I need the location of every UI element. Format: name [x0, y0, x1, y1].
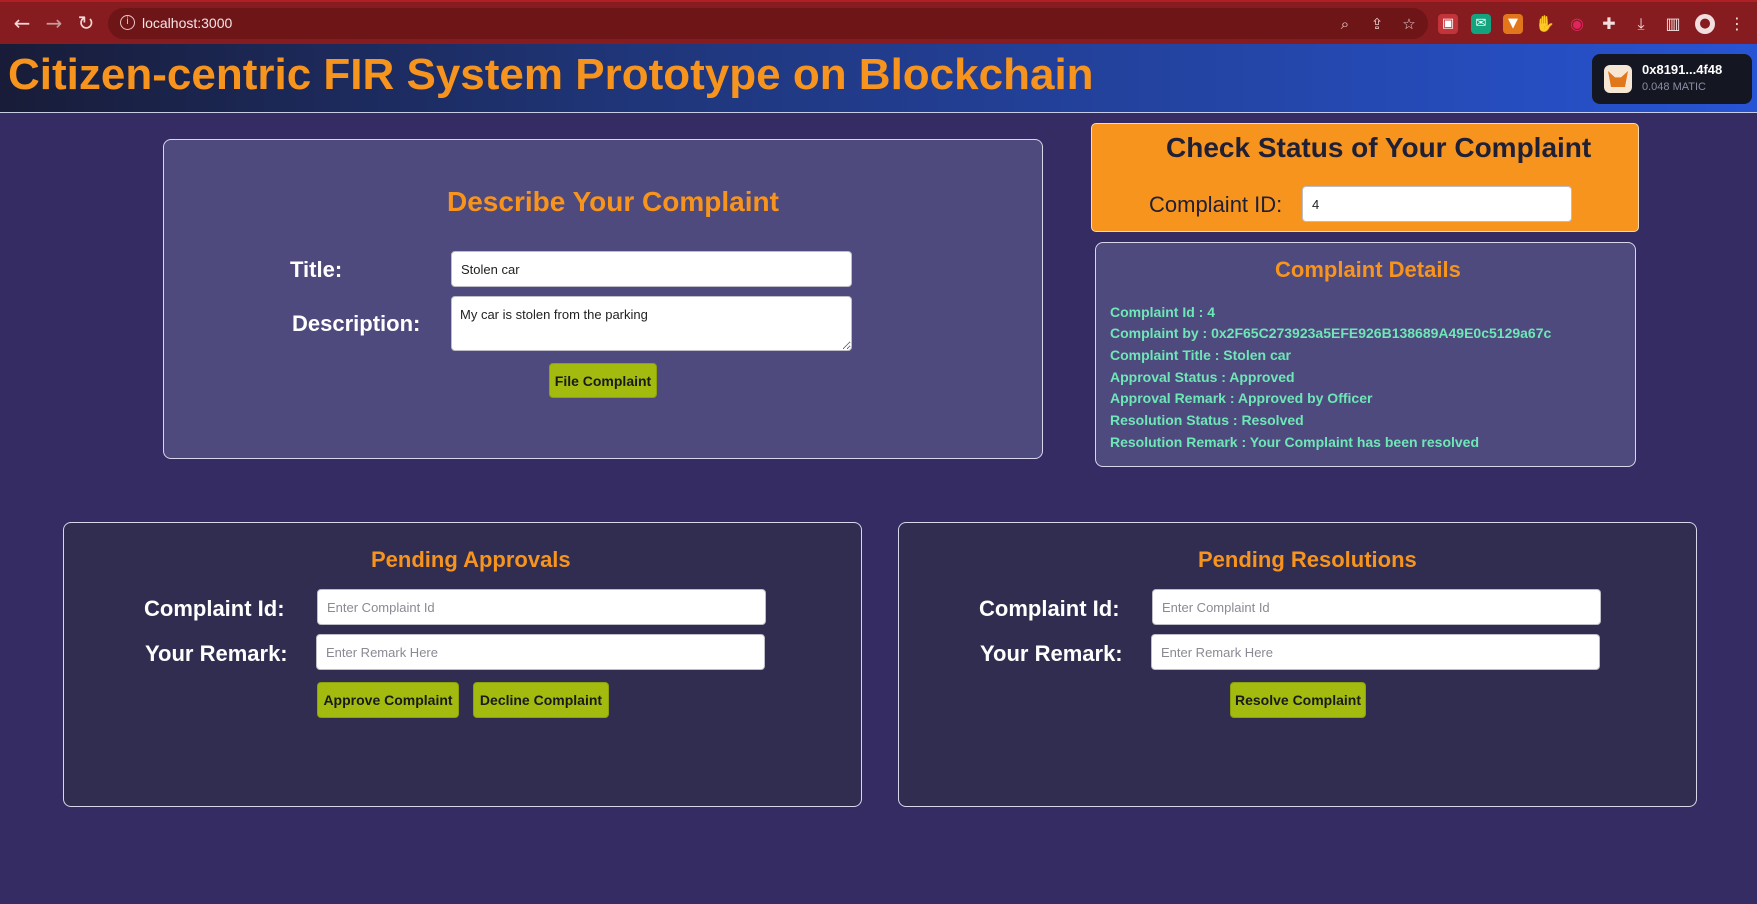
status-heading: Check Status of Your Complaint: [1166, 132, 1592, 163]
resolutions-id-label: Complaint Id:: [979, 596, 1120, 621]
detail-resolution-remark: Resolution Remark : Your Complaint has b…: [1110, 434, 1480, 450]
details-heading: Complaint Details: [1275, 257, 1461, 282]
approve-complaint-button[interactable]: Approve Complaint: [317, 682, 459, 718]
detail-approval-remark: Approval Remark : Approved by Officer: [1110, 390, 1373, 406]
complaint-id-label: Complaint ID:: [1149, 192, 1283, 217]
wallet-address: 0x8191...4f48: [1642, 62, 1723, 77]
metamask-fox-icon: [1604, 65, 1632, 93]
address-bar[interactable]: i localhost:3000 ⌕ ⇪ ☆: [108, 8, 1428, 39]
check-status-panel: Check Status of Your Complaint Complaint…: [1091, 123, 1639, 232]
download-icon[interactable]: ⤓: [1631, 14, 1651, 34]
arrow-right-icon[interactable]: →: [41, 10, 67, 36]
approvals-heading: Pending Approvals: [371, 547, 571, 572]
approvals-id-label: Complaint Id:: [144, 596, 285, 621]
resolve-complaint-button[interactable]: Resolve Complaint: [1230, 682, 1366, 718]
approvals-remark-input[interactable]: [316, 634, 765, 670]
wallet-balance: 0.048 MATIC: [1642, 81, 1706, 93]
complaint-details-panel: Complaint Details Complaint Id : 4 Compl…: [1095, 242, 1636, 467]
resolutions-remark-input[interactable]: [1151, 634, 1600, 670]
file-complaint-button[interactable]: File Complaint: [549, 363, 657, 398]
title-label: Title:: [290, 257, 343, 282]
ext-red-icon[interactable]: ▣: [1438, 14, 1458, 34]
ext-green-icon[interactable]: ✉: [1471, 14, 1491, 34]
detail-complaint-by: Complaint by : 0x2F65C273923a5EFE926B138…: [1110, 325, 1552, 341]
url-text: localhost:3000: [142, 15, 233, 31]
complaint-id-input[interactable]: [1302, 186, 1572, 222]
metamask-icon[interactable]: ▼: [1503, 14, 1523, 34]
description-input[interactable]: My car is stolen from the parking: [451, 296, 852, 351]
arrow-left-icon[interactable]: ←: [9, 10, 35, 36]
share-icon[interactable]: ⇪: [1367, 14, 1387, 34]
browser-toolbar: ← → ↻ i localhost:3000 ⌕ ⇪ ☆ ▣ ✉ ▼ ✋ ◉ ✚…: [0, 0, 1757, 44]
info-icon[interactable]: i: [120, 15, 135, 30]
star-icon[interactable]: ☆: [1399, 14, 1419, 34]
more-icon[interactable]: ⋮: [1727, 14, 1747, 34]
resolutions-remark-label: Your Remark:: [980, 641, 1123, 666]
app-title: Citizen-centric FIR System Prototype on …: [8, 50, 1094, 99]
approvals-id-input[interactable]: [317, 589, 766, 625]
puzzle-icon[interactable]: ✚: [1599, 14, 1619, 34]
describe-complaint-panel: Describe Your Complaint Title: Descripti…: [163, 139, 1043, 459]
resolutions-heading: Pending Resolutions: [1198, 547, 1417, 572]
approvals-remark-label: Your Remark:: [145, 641, 288, 666]
hand-icon[interactable]: ✋: [1535, 14, 1555, 34]
description-label: Description:: [292, 311, 421, 336]
zoom-icon[interactable]: ⌕: [1335, 14, 1355, 34]
wallet-widget[interactable]: 0x8191...4f48 0.048 MATIC: [1592, 54, 1752, 104]
detail-approval-status: Approval Status : Approved: [1110, 369, 1295, 385]
profile-icon[interactable]: ●: [1695, 14, 1715, 34]
title-input[interactable]: [451, 251, 852, 287]
pending-approvals-panel: Pending Approvals Complaint Id: Your Rem…: [63, 522, 862, 807]
app-header: Citizen-centric FIR System Prototype on …: [0, 44, 1757, 113]
decline-complaint-button[interactable]: Decline Complaint: [473, 682, 609, 718]
sidebar-icon[interactable]: ▥: [1663, 14, 1683, 34]
detail-complaint-title: Complaint Title : Stolen car: [1110, 347, 1291, 363]
pending-resolutions-panel: Pending Resolutions Complaint Id: Your R…: [898, 522, 1697, 807]
resolutions-id-input[interactable]: [1152, 589, 1601, 625]
reload-icon[interactable]: ↻: [73, 10, 99, 36]
detail-resolution-status: Resolution Status : Resolved: [1110, 412, 1304, 428]
detail-complaint-id: Complaint Id : 4: [1110, 304, 1215, 320]
target-icon[interactable]: ◉: [1567, 14, 1587, 34]
describe-heading: Describe Your Complaint: [447, 186, 779, 217]
